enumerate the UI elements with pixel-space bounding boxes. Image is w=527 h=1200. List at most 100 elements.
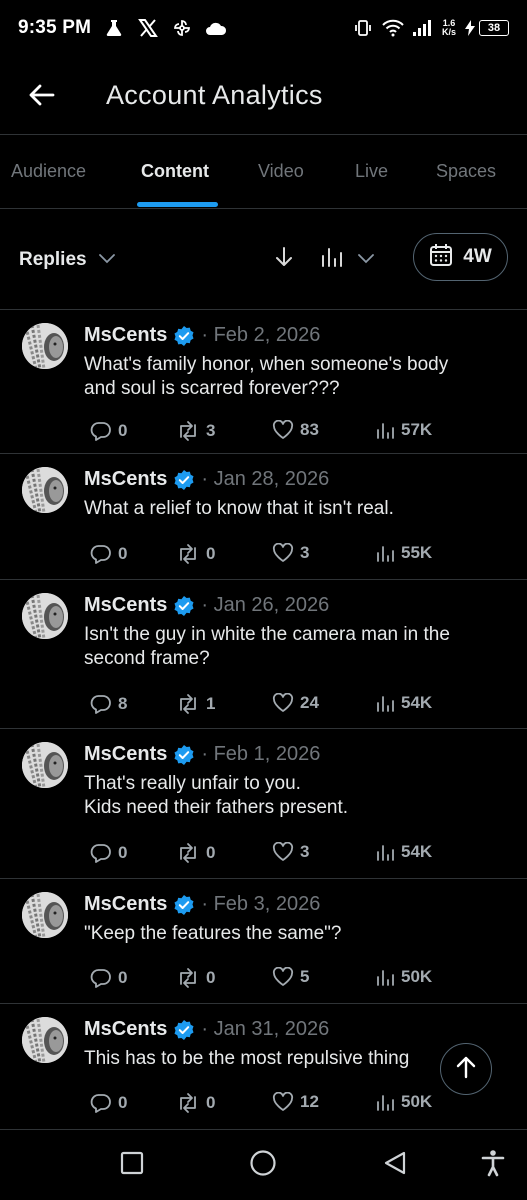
verified-badge-icon: [173, 325, 195, 347]
view-count[interactable]: 54K: [375, 693, 432, 713]
view-count-value: 54K: [401, 693, 433, 712]
accessibility-button[interactable]: [478, 1149, 508, 1182]
view-count-value: 50K: [401, 1092, 433, 1111]
like-count[interactable]: 3: [272, 842, 309, 862]
heart-icon: [272, 420, 294, 439]
reply-count[interactable]: 0: [90, 967, 127, 989]
avatar[interactable]: [22, 323, 68, 369]
heart-icon: [272, 543, 294, 562]
accessibility-icon: [480, 1149, 506, 1182]
repost-count-value: 1: [206, 694, 216, 713]
repost-icon: [180, 1093, 196, 1113]
verified-badge-icon: [173, 744, 195, 766]
repost-count[interactable]: 0: [176, 543, 215, 565]
view-count[interactable]: 54K: [375, 842, 432, 862]
avatar[interactable]: [22, 1017, 68, 1063]
reply-icon: [90, 969, 111, 988]
post-item[interactable]: MsCents · Jan 28, 2026 What a relief to …: [0, 454, 527, 580]
status-time: 9:35 PM: [18, 17, 92, 38]
view-count[interactable]: 50K: [375, 967, 432, 987]
post-header: MsCents · Jan 26, 2026: [84, 594, 329, 617]
reply-count-value: 8: [118, 694, 128, 713]
reply-count-value: 0: [118, 1093, 128, 1112]
post-header: MsCents · Feb 1, 2026: [84, 743, 320, 766]
battery-level: 38: [479, 20, 509, 36]
tab-video[interactable]: Video: [258, 161, 304, 182]
author-name[interactable]: MsCents: [84, 893, 167, 916]
charging-bolt-icon: [464, 17, 476, 39]
view-count[interactable]: 50K: [375, 1092, 432, 1112]
post-text: "Keep the features the same"?: [84, 923, 342, 944]
like-count[interactable]: 12: [272, 1092, 319, 1112]
tab-bar: Audience Content Video Live Spaces: [0, 135, 527, 209]
author-name[interactable]: MsCents: [84, 594, 167, 617]
post-header: MsCents · Jan 28, 2026: [84, 468, 329, 491]
author-name[interactable]: MsCents: [84, 468, 167, 491]
post-item[interactable]: MsCents · Feb 3, 2026 "Keep the features…: [0, 879, 527, 1004]
post-text: What a relief to know that it isn't real…: [84, 498, 394, 519]
post-date: · Jan 28, 2026: [201, 468, 330, 490]
sort-order-button[interactable]: [270, 245, 298, 273]
reply-count[interactable]: 0: [90, 1092, 127, 1114]
post-metrics: 0 0 3 54K: [90, 842, 527, 866]
reply-icon: [90, 844, 111, 863]
repost-count[interactable]: 0: [176, 842, 215, 864]
repost-count[interactable]: 0: [176, 1092, 215, 1114]
content-type-dropdown[interactable]: Replies: [19, 249, 115, 271]
reply-count[interactable]: 8: [90, 693, 127, 715]
author-name[interactable]: MsCents: [84, 743, 167, 766]
post-text: What's family honor, when someone's body…: [84, 354, 449, 399]
like-count[interactable]: 24: [272, 693, 319, 713]
scroll-to-top-button[interactable]: [440, 1043, 492, 1095]
post-header: MsCents · Jan 31, 2026: [84, 1018, 329, 1041]
tab-spaces[interactable]: Spaces: [436, 161, 496, 182]
arrow-left-icon: [27, 83, 55, 112]
metric-dropdown[interactable]: [320, 245, 374, 274]
repost-count[interactable]: 3: [176, 420, 215, 442]
network-speed: 1.6 K/s: [442, 19, 456, 37]
post-item[interactable]: MsCents · Feb 2, 2026 What's family hono…: [0, 310, 527, 454]
post-metrics: 0 3 83 57K: [90, 420, 527, 444]
author-name[interactable]: MsCents: [84, 324, 167, 347]
views-chart-icon: [377, 696, 394, 712]
like-count-value: 3: [300, 842, 310, 861]
avatar[interactable]: [22, 892, 68, 938]
verified-badge-icon: [173, 469, 195, 491]
reply-count[interactable]: 0: [90, 842, 127, 864]
post-item[interactable]: MsCents · Feb 1, 2026 That's really unfa…: [0, 729, 527, 879]
like-count-value: 83: [300, 420, 319, 439]
repost-icon: [180, 694, 196, 714]
tab-audience[interactable]: Audience: [11, 161, 86, 182]
avatar[interactable]: [22, 593, 68, 639]
tab-content[interactable]: Content: [141, 161, 209, 182]
repost-count[interactable]: 0: [176, 967, 215, 989]
tab-live[interactable]: Live: [355, 161, 388, 182]
recents-button[interactable]: [117, 1150, 147, 1180]
reply-count[interactable]: 0: [90, 420, 127, 442]
reply-count[interactable]: 0: [90, 543, 127, 565]
repost-icon: [180, 843, 196, 863]
verified-badge-icon: [173, 595, 195, 617]
like-count[interactable]: 83: [272, 420, 319, 440]
avatar[interactable]: [22, 742, 68, 788]
pinwheel-icon: [171, 17, 193, 39]
avatar[interactable]: [22, 467, 68, 513]
chevron-down-icon: [98, 251, 115, 269]
views-chart-icon: [377, 423, 394, 439]
triangle-back-icon: [382, 1150, 408, 1181]
post-date: · Feb 1, 2026: [201, 743, 321, 765]
post-text: Isn't the guy in white the camera man in…: [84, 624, 450, 669]
views-chart-icon: [377, 845, 394, 861]
like-count[interactable]: 5: [272, 967, 309, 987]
home-button[interactable]: [248, 1149, 278, 1180]
back-nav-button[interactable]: [380, 1150, 410, 1180]
view-count[interactable]: 55K: [375, 543, 432, 563]
view-count[interactable]: 57K: [375, 420, 432, 440]
views-chart-icon: [377, 970, 394, 986]
repost-count[interactable]: 1: [176, 693, 215, 715]
like-count[interactable]: 3: [272, 543, 309, 563]
date-range-button[interactable]: 4W: [413, 233, 508, 281]
back-button[interactable]: [22, 78, 60, 116]
author-name[interactable]: MsCents: [84, 1018, 167, 1041]
post-item[interactable]: MsCents · Jan 26, 2026 Isn't the guy in …: [0, 580, 527, 729]
